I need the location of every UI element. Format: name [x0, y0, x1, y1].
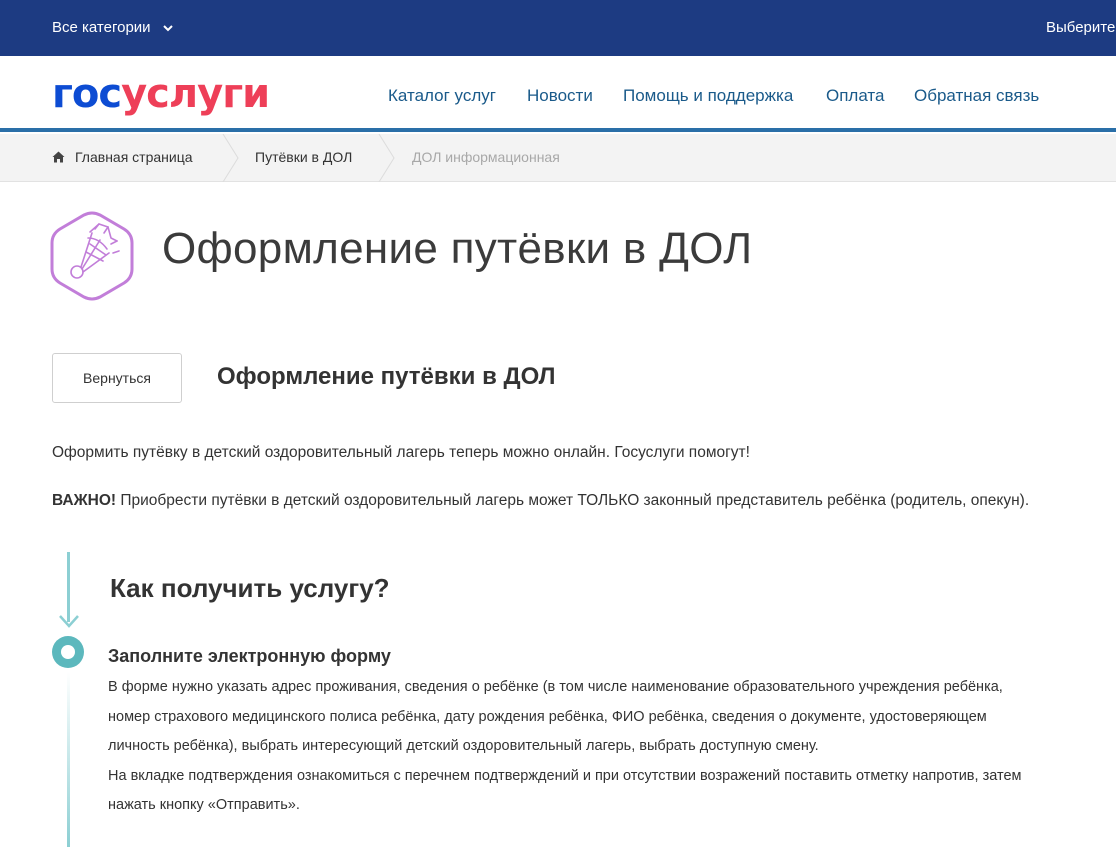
- all-categories-label: Все категории: [52, 19, 151, 36]
- arrow-down-icon: [59, 615, 79, 628]
- region-select[interactable]: Выберите: [1046, 19, 1115, 36]
- breadcrumb-separator: [222, 134, 239, 182]
- home-icon: [52, 151, 65, 163]
- breadcrumb-separator: [378, 134, 395, 182]
- service-subtitle: Оформление путёвки в ДОЛ: [217, 363, 556, 390]
- back-button[interactable]: Вернуться: [52, 353, 182, 403]
- step-line: На вкладке подтверждения ознакомиться с …: [108, 767, 1022, 784]
- step-line: В форме нужно указать адрес проживания, …: [108, 679, 1003, 695]
- breadcrumb-home[interactable]: Главная страница: [52, 149, 193, 165]
- step-marker: [52, 636, 84, 668]
- shuttlecock-icon: [50, 211, 134, 301]
- all-categories-dropdown[interactable]: Все категории: [52, 19, 175, 36]
- breadcrumb: Главная страница Путёвки в ДОЛ ДОЛ инфор…: [0, 134, 1116, 182]
- intro-text: Оформить путёвку в детский оздоровительн…: [52, 444, 750, 461]
- step-description: В форме нужно указать адрес проживания, …: [108, 673, 1098, 821]
- step-line: номер страхового медицинского полиса реб…: [108, 708, 987, 725]
- nav-help[interactable]: Помощь и поддержка: [623, 86, 793, 106]
- step-line: личность ребёнка), выбрать интересующий …: [108, 738, 819, 754]
- page-title: Оформление путёвки в ДОЛ: [162, 224, 753, 273]
- breadcrumb-dol-vouchers[interactable]: Путёвки в ДОЛ: [255, 149, 352, 165]
- top-bar: Все категории Выберите: [0, 0, 1116, 56]
- site-header: госуслуги Каталог услуг Новости Помощь и…: [0, 56, 1116, 132]
- timeline-line-bottom: [67, 672, 70, 847]
- how-to-get-title: Как получить услугу?: [110, 573, 390, 603]
- step-title: Заполните электронную форму: [108, 646, 391, 666]
- nav-catalog[interactable]: Каталог услуг: [388, 86, 496, 106]
- step-line: нажать кнопку «Отправить».: [108, 797, 300, 813]
- nav-feedback[interactable]: Обратная связь: [914, 86, 1039, 106]
- gosuslugi-logo[interactable]: госуслуги: [52, 71, 270, 117]
- nav-payment[interactable]: Оплата: [826, 86, 884, 106]
- breadcrumb-home-label: Главная страница: [75, 149, 193, 165]
- chevron-down-icon: [162, 24, 173, 31]
- logo-part-gos: гос: [52, 71, 122, 117]
- important-label: ВАЖНО!: [52, 492, 117, 509]
- logo-part-uslugi: услуги: [121, 71, 270, 117]
- nav-news[interactable]: Новости: [527, 86, 593, 106]
- important-notice: ВАЖНО! Приобрести путёвки в детский оздо…: [52, 489, 1052, 513]
- breadcrumb-current: ДОЛ информационная: [412, 149, 560, 165]
- important-text: Приобрести путёвки в детский оздоровител…: [116, 492, 1030, 509]
